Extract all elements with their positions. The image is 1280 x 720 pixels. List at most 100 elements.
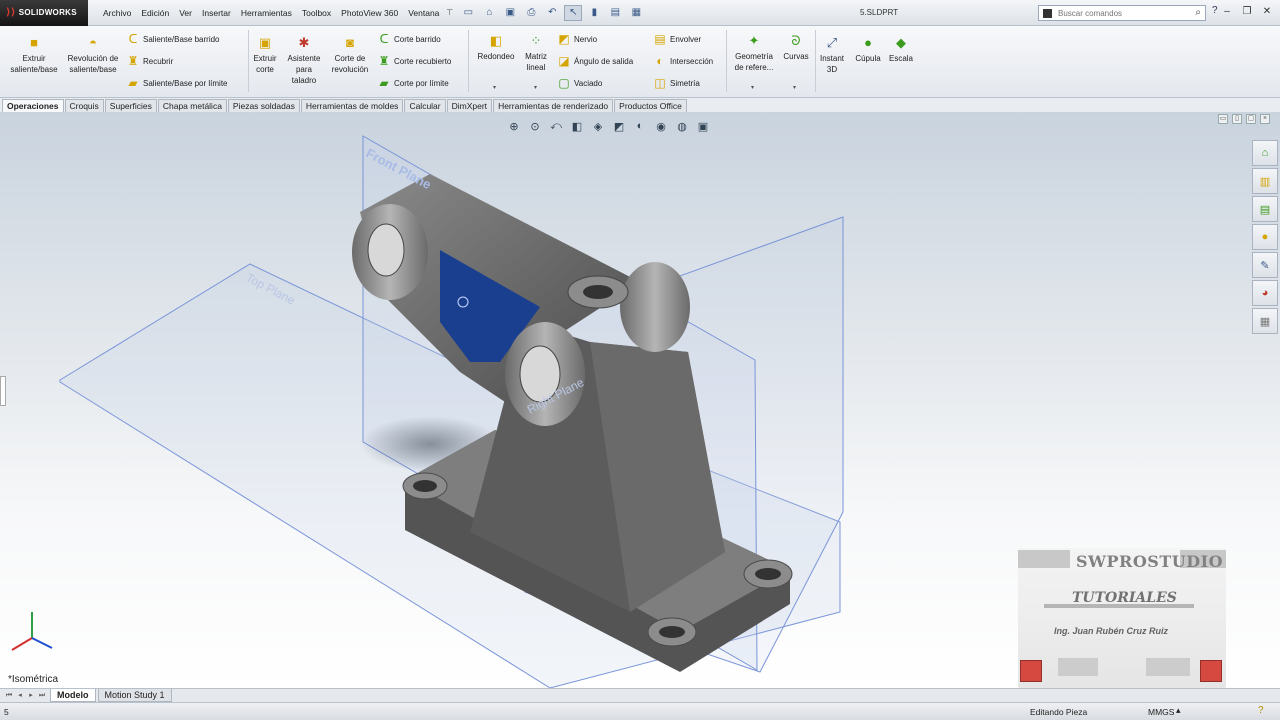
tab-croquis[interactable]: Croquis [64, 99, 104, 112]
fillet-button[interactable]: ◧ Redondeo [472, 32, 520, 63]
tab-piezas-soldadas[interactable]: Piezas soldadas [227, 99, 300, 112]
menu-ventana[interactable]: Ventana [403, 8, 444, 18]
solidworks-resources-icon[interactable]: ⌂ [1252, 140, 1278, 166]
swept-cut-button[interactable]: ᑕ Corte barrido [376, 30, 441, 48]
apply-scene-icon[interactable]: ◍ [673, 118, 691, 134]
last-tab-icon[interactable]: ⏭ [37, 691, 47, 701]
view-settings-icon[interactable]: ▣ [694, 118, 712, 134]
curves-dropdown-icon[interactable]: ▾ [793, 84, 796, 91]
swept-boss-button[interactable]: ᑕ Saliente/Base barrido [125, 30, 220, 48]
edit-appearance-icon[interactable]: ◉ [652, 118, 670, 134]
design-library-icon[interactable]: ▥ [1252, 168, 1278, 194]
open-folder-icon[interactable]: ⌂ [480, 5, 498, 21]
next-tab-icon[interactable]: ▸ [26, 691, 36, 701]
rib-button[interactable]: ◩ Nervio [556, 30, 597, 48]
reference-geometry-button[interactable]: ✦ Geometría de refere... [730, 32, 778, 74]
view-orientation-icon[interactable]: ◈ [589, 118, 607, 134]
viewport-close-icon[interactable]: × [1260, 114, 1270, 124]
tab-herramientas-moldes[interactable]: Herramientas de moldes [300, 99, 404, 112]
units-toggle-icon[interactable]: ▴ [1176, 705, 1181, 716]
restore-icon[interactable]: ❐ [1238, 4, 1256, 19]
first-tab-icon[interactable]: ⏮ [4, 691, 14, 701]
mirror-button[interactable]: ◫ Simetría [652, 74, 699, 92]
revolve-cut-button[interactable]: ◙ Corte de revolución [327, 34, 373, 76]
pattern-dropdown-icon[interactable]: ▾ [534, 84, 537, 91]
shell-button[interactable]: ▢ Vaciado [556, 74, 602, 92]
lofted-cut-button[interactable]: ♜ Corte recubierto [376, 52, 452, 70]
select-arrow-icon[interactable]: ↖ [564, 4, 583, 21]
viewport-restore-icon[interactable]: ▭ [1218, 114, 1228, 124]
revolve-boss-button[interactable]: ◓ Revolución de saliente/base [64, 34, 122, 76]
file-properties-icon[interactable]: ▤ [606, 5, 624, 21]
notes-icon[interactable]: ▦ [1252, 308, 1278, 334]
loft-button[interactable]: ♜ Recubrir [125, 52, 174, 70]
wrap-button[interactable]: ▤ Envolver [652, 30, 701, 48]
tab-motion-study[interactable]: Motion Study 1 [97, 689, 172, 702]
tab-productos-office[interactable]: Productos Office [614, 99, 687, 112]
zoom-to-fit-icon[interactable]: ⊕ [505, 118, 523, 134]
viewport-maximize-icon[interactable]: ▢ [1246, 114, 1256, 124]
dome-button[interactable]: ● Cúpula [852, 34, 884, 65]
close-icon[interactable]: ✕ [1258, 4, 1276, 19]
menu-archivo[interactable]: Archivo [98, 8, 136, 18]
tab-superficies[interactable]: Superficies [104, 99, 157, 112]
menu-insertar[interactable]: Insertar [197, 8, 236, 18]
new-document-icon[interactable]: ▭ [459, 5, 477, 21]
tab-chapa-metalica[interactable]: Chapa metálica [157, 99, 227, 112]
extrude-boss-button[interactable]: ■ Extruir saliente/base [6, 34, 62, 76]
intersect-button[interactable]: ◐ Intersección [652, 52, 713, 70]
undo-icon[interactable]: ↶ [543, 5, 561, 21]
tab-operaciones[interactable]: Operaciones [2, 99, 64, 112]
solidworks-logo[interactable]: ⟩⟩ SOLIDWORKS [0, 0, 88, 26]
help-icon[interactable]: ? [1212, 5, 1218, 16]
custom-properties-icon[interactable]: ◕ [1252, 280, 1278, 306]
menu-ver[interactable]: Ver [174, 8, 197, 18]
tab-dimxpert[interactable]: DimXpert [446, 99, 493, 112]
appearances-icon[interactable]: ✎ [1252, 252, 1278, 278]
quick-tips-icon[interactable]: ? [1258, 705, 1264, 716]
draft-button[interactable]: ◪ Ángulo de salida [556, 52, 633, 70]
fillet-dropdown-icon[interactable]: ▾ [493, 84, 496, 91]
ref-geometry-dropdown-icon[interactable]: ▾ [751, 84, 754, 91]
menu-herramientas[interactable]: Herramientas [236, 8, 297, 18]
prev-tab-icon[interactable]: ◂ [15, 691, 25, 701]
boundary-cut-button[interactable]: ▰ Corte por límite [376, 74, 448, 92]
extrude-cut-button[interactable]: ▣ Extruir corte [251, 34, 279, 76]
linear-pattern-button[interactable]: ⁘ Matriz lineal [521, 32, 551, 74]
search-input[interactable] [1058, 8, 1178, 18]
menu-edicion[interactable]: Edición [136, 8, 174, 18]
rear-boss[interactable] [620, 262, 690, 352]
section-view-icon[interactable]: ◧ [568, 118, 586, 134]
feature-tree-handle[interactable] [0, 376, 6, 406]
tab-renderizado[interactable]: Herramientas de renderizado [493, 99, 614, 112]
menu-photoview[interactable]: PhotoView 360 [336, 8, 403, 18]
zoom-to-area-icon[interactable]: ⊙ [526, 118, 544, 134]
boundary-boss-button[interactable]: ▰ Saliente/Base por límite [125, 74, 227, 92]
view-palette-icon[interactable]: ● [1252, 224, 1278, 250]
scale-button[interactable]: ◆ Escala [886, 34, 916, 65]
menu-pin-icon[interactable]: ⊤ [446, 8, 453, 17]
viewport-tile-icon[interactable]: ▯ [1232, 114, 1242, 124]
instant3d-button[interactable]: ⤢ Instant 3D [816, 34, 848, 76]
hide-show-items-icon[interactable]: ◐ [631, 118, 649, 134]
file-explorer-icon[interactable]: ▤ [1252, 196, 1278, 222]
print-icon[interactable]: ⎙ [522, 5, 540, 21]
display-style-icon[interactable]: ◩ [610, 118, 628, 134]
save-icon[interactable]: ▣ [501, 5, 519, 21]
tab-calcular[interactable]: Calcular [404, 99, 446, 112]
rebuild-icon[interactable]: ▮ [585, 5, 603, 21]
previous-view-icon[interactable]: ⤺ [547, 118, 565, 134]
search-icon[interactable]: ⌕ [1195, 7, 1201, 18]
minimize-icon[interactable]: – [1218, 4, 1236, 19]
left-boss-bore[interactable] [367, 223, 405, 277]
menu-toolbox[interactable]: Toolbox [297, 8, 336, 18]
fillet-label: Redondeo [477, 52, 515, 61]
curves-button[interactable]: ᘐ Curvas [780, 32, 812, 63]
search-commands[interactable]: ⌕ [1038, 5, 1206, 21]
graphics-area[interactable]: Front Plane Top Plane Right Plane ⊕ ⊙ ⤺ … [0, 112, 1280, 688]
tab-modelo[interactable]: Modelo [50, 689, 96, 702]
search-scope-icon[interactable] [1043, 8, 1052, 18]
options-icon[interactable]: ▦ [627, 5, 645, 21]
status-units[interactable]: MMGS [1148, 707, 1174, 717]
hole-wizard-button[interactable]: ✱ Asistente para taladro [283, 34, 325, 86]
